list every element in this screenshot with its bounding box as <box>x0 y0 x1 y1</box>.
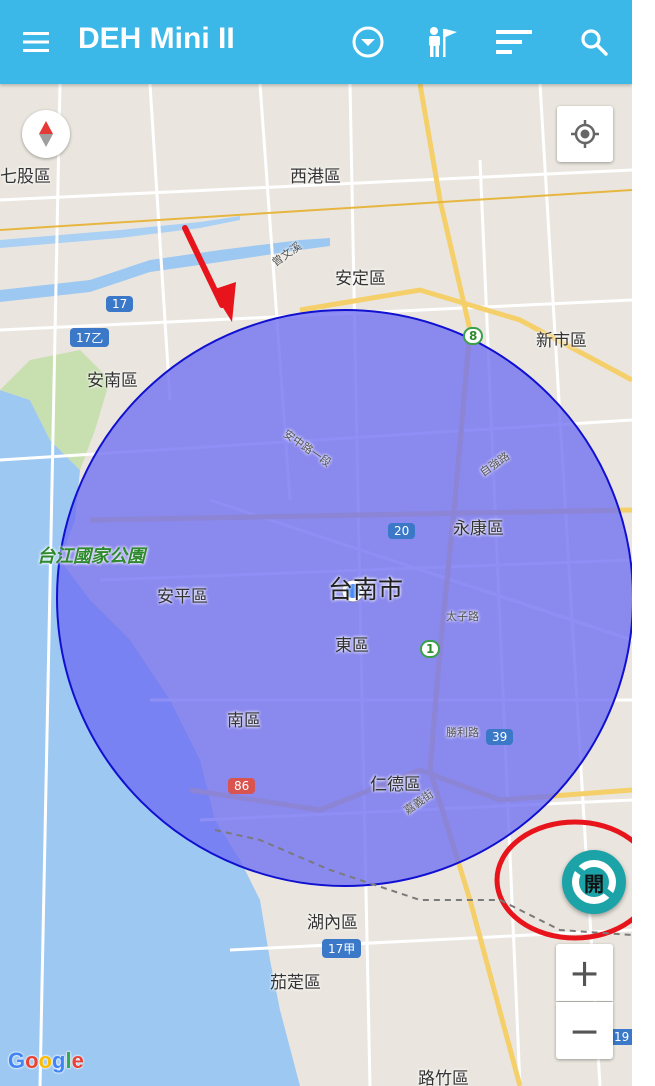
zoom-out-button[interactable]: − <box>556 1002 613 1059</box>
google-logo: Google <box>8 1048 84 1073</box>
route-shield: 1 <box>420 640 441 658</box>
toggle-button[interactable]: 開 <box>562 850 626 914</box>
district-label: 安南區 <box>87 371 138 391</box>
compass-icon[interactable] <box>22 110 70 158</box>
district-label: 湖內區 <box>307 913 358 933</box>
district-label: 路竹區 <box>418 1069 469 1086</box>
district-label: 南區 <box>227 711 261 731</box>
district-label: 安平區 <box>157 587 208 607</box>
my-location-icon[interactable] <box>557 106 613 162</box>
sort-icon[interactable] <box>490 18 538 66</box>
route-shield: 86 <box>228 778 256 794</box>
route-shield: 39 <box>486 729 514 745</box>
zoom-in-button[interactable]: + <box>556 944 613 1001</box>
route-shield: 20 <box>388 523 416 539</box>
menu-icon[interactable] <box>12 18 60 66</box>
map-canvas <box>0 84 632 1086</box>
route-shield: 17乙 <box>70 328 110 347</box>
app-title: DEH Mini II <box>78 22 235 55</box>
city-label: 台南市 <box>328 575 404 604</box>
district-label: 仁德區 <box>370 775 421 795</box>
app-screen: DEH Mini II 七股區 西港區 安定區 新市區 安南區 永康區 安平區 … <box>0 0 632 1086</box>
dropdown-circle-icon[interactable] <box>344 18 392 66</box>
district-label: 西港區 <box>290 167 341 187</box>
district-label: 東區 <box>335 636 369 656</box>
district-label: 七股區 <box>0 167 51 187</box>
route-shield: 17 <box>106 296 134 312</box>
map-view[interactable]: 七股區 西港區 安定區 新市區 安南區 永康區 安平區 東區 南區 仁德區 湖內… <box>0 84 632 1086</box>
district-label: 安定區 <box>335 269 386 289</box>
district-label: 永康區 <box>453 519 504 539</box>
road-label: 勝利路 <box>446 726 479 739</box>
search-icon[interactable] <box>570 18 618 66</box>
toggle-label: 開 <box>584 871 604 896</box>
district-label: 新市區 <box>536 331 587 351</box>
tourist-guide-icon[interactable] <box>418 18 466 66</box>
route-shield: 8 <box>463 327 484 345</box>
road-label: 太子路 <box>446 610 479 623</box>
route-shield: 17甲 <box>322 939 362 958</box>
app-bar: DEH Mini II <box>0 0 632 84</box>
park-label: 台江國家公園 <box>37 546 145 567</box>
district-label: 茄萣區 <box>270 973 321 993</box>
